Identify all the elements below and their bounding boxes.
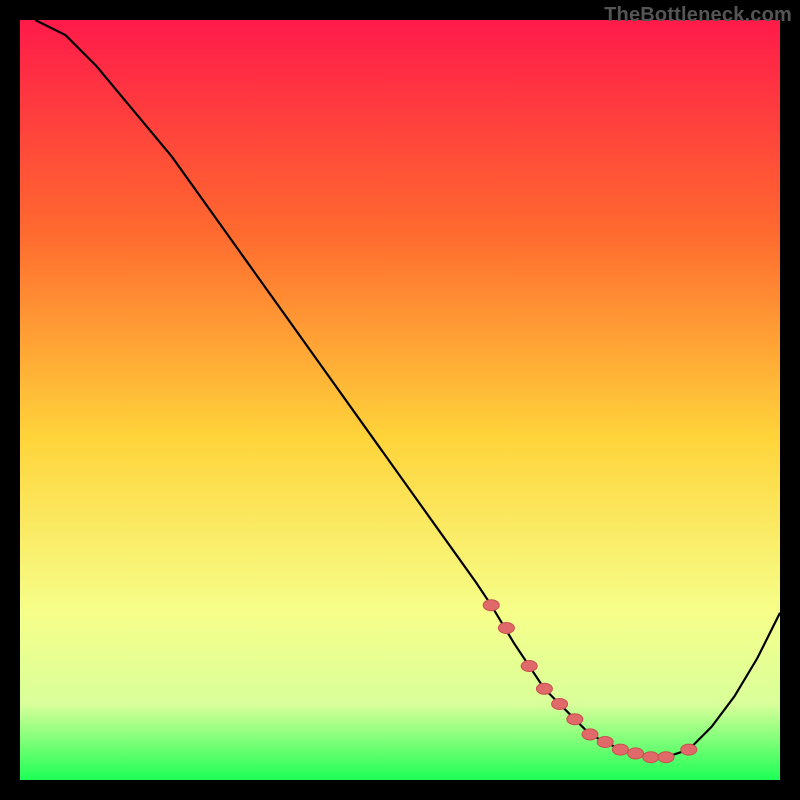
marker-dot <box>628 748 644 759</box>
marker-dot <box>498 623 514 634</box>
marker-dot <box>567 714 583 725</box>
chart-svg <box>20 20 780 780</box>
marker-dot <box>536 683 552 694</box>
plot-area <box>20 20 780 780</box>
marker-dot <box>643 752 659 763</box>
marker-dot <box>612 744 628 755</box>
marker-dot <box>681 744 697 755</box>
chart-frame: TheBottleneck.com <box>0 0 800 800</box>
marker-dot <box>597 737 613 748</box>
marker-dot <box>658 752 674 763</box>
watermark-text: TheBottleneck.com <box>604 4 792 27</box>
marker-dot <box>483 600 499 611</box>
marker-dot <box>521 661 537 672</box>
gradient-background <box>20 20 780 780</box>
marker-dot <box>582 729 598 740</box>
marker-dot <box>552 699 568 710</box>
